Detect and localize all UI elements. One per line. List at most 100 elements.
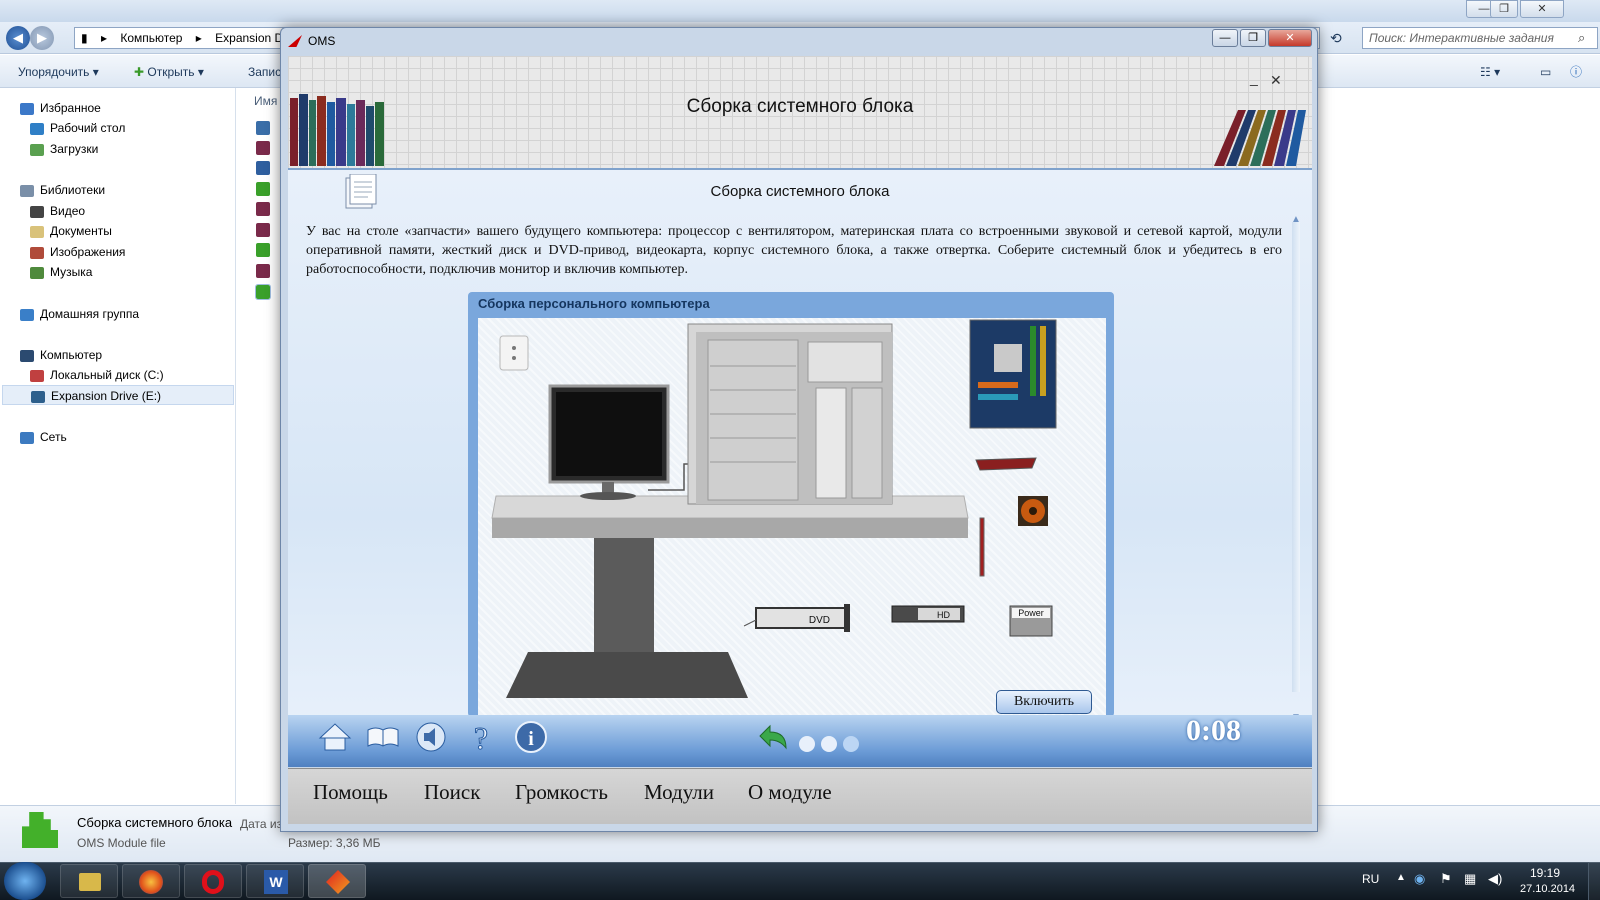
drive-icon [31,390,45,403]
open-button[interactable]: ✚ Открыть ▾ [134,64,204,80]
home-icon[interactable] [316,718,354,756]
nav-item-network[interactable]: Сеть [20,427,252,447]
taskbar-explorer[interactable] [60,864,118,898]
nav-item-computer[interactable]: Компьютер [20,345,252,365]
power-on-button[interactable]: Включить [996,690,1092,714]
file-icon[interactable] [255,284,271,300]
flag-icon[interactable]: ⚑ [1440,871,1452,887]
computer-icon: ▮ [81,31,88,45]
menu-volume[interactable]: Громкость [515,780,608,805]
memory-module[interactable] [979,517,985,577]
hard-drive[interactable]: HD [891,605,965,623]
search-icon[interactable]: ⌕ [1578,30,1585,46]
column-header-name[interactable]: Имя [254,94,277,108]
images-icon [30,246,44,259]
scrollbar[interactable] [1292,222,1300,692]
page-dots-icon[interactable] [798,734,862,754]
menu-modules[interactable]: Модули [644,780,714,805]
nav-item-downloads[interactable]: Загрузки [30,139,262,159]
back-arrow-icon[interactable] [756,718,794,756]
firefox-icon [139,870,163,894]
cpu-fan[interactable] [1018,496,1048,526]
taskbar-opera[interactable] [184,864,242,898]
menu-about[interactable]: О модуле [748,780,832,805]
file-icon[interactable] [256,202,270,216]
nav-item-music[interactable]: Музыка [30,262,262,282]
record-button[interactable]: Запис [248,64,281,80]
dvd-drive[interactable]: DVD [743,604,850,632]
menu-search[interactable]: Поиск [424,780,480,805]
nav-item-libraries[interactable]: Библиотеки [20,180,252,200]
monitor[interactable] [548,384,694,500]
view-options-icon[interactable]: ☷ ▾ [1480,64,1500,80]
lesson-title: Сборка системного блока [710,183,890,200]
motherboard[interactable] [969,319,1057,429]
file-icon[interactable] [256,161,270,175]
language-indicator[interactable]: RU [1362,872,1379,886]
simulation-title: Сборка персонального компьютера [478,296,710,311]
file-icon[interactable] [256,264,270,278]
book-icon[interactable] [364,718,402,756]
video-card[interactable] [975,457,1037,471]
explorer-maximize-button[interactable]: ❐ [1490,0,1518,18]
inner-minimize-icon[interactable]: _ [1250,70,1258,86]
file-icon[interactable] [256,182,270,196]
help-icon[interactable]: ⓘ [1570,64,1582,80]
power-label: Power [1018,608,1044,618]
network-icon [20,431,34,444]
menu-help[interactable]: Помощь [313,780,388,805]
taskbar-firefox[interactable] [122,864,180,898]
start-button[interactable] [4,862,46,900]
downloads-icon [30,143,44,156]
search-input[interactable]: Поиск: Интерактивные задания [1362,27,1598,49]
network-icon[interactable]: ▦ [1464,871,1476,887]
back-icon[interactable]: ◀ [6,26,30,50]
organize-button[interactable]: Упорядочить ▾ [18,64,99,80]
info-icon[interactable]: i [512,718,550,756]
homegroup-icon [20,308,34,321]
music-icon [30,266,44,279]
oms-maximize-button[interactable]: ❐ [1240,29,1266,47]
tray-app-icon[interactable]: ◉ [1414,871,1425,887]
oms-header-title: Сборка системного блока [686,96,914,117]
file-icon[interactable] [256,141,270,155]
taskbar-word[interactable]: W [246,864,304,898]
question-icon[interactable]: ? [462,718,500,757]
speaker-icon[interactable] [412,718,450,756]
oms-icon [326,870,350,894]
nav-item-desktop[interactable]: Рабочий стол [30,118,262,138]
opera-icon [202,870,224,894]
tray-expand-icon[interactable]: ▲ [1396,872,1406,883]
system-case[interactable] [687,323,893,505]
nav-item-favorites[interactable]: Избранное [20,98,252,118]
folder-icon [79,873,101,891]
forward-icon[interactable]: ▶ [30,26,54,50]
breadcrumb-item[interactable]: Компьютер [120,31,182,45]
file-icon[interactable] [256,243,270,257]
oms-close-button[interactable]: ✕ [1268,29,1312,47]
clock-date[interactable]: 27.10.2014 [1520,883,1575,895]
refresh-icon[interactable]: ⟲ [1330,30,1342,47]
nav-item-images[interactable]: Изображения [30,242,262,262]
power-supply[interactable]: Power [1009,605,1053,637]
dvd-label: DVD [809,615,830,626]
power-outlet[interactable] [499,335,529,371]
show-desktop-button[interactable] [1588,862,1600,900]
nav-item-drive-c[interactable]: Локальный диск (C:) [30,365,262,385]
nav-item-video[interactable]: Видео [30,201,262,221]
inner-close-icon[interactable]: ✕ [1270,72,1282,89]
file-icon[interactable] [256,121,270,135]
nav-item-homegroup[interactable]: Домашняя группа [20,304,252,324]
volume-icon[interactable]: ◀) [1488,871,1502,887]
nav-item-documents[interactable]: Документы [30,221,262,241]
preview-pane-icon[interactable]: ▭ [1540,64,1551,80]
oms-minimize-button[interactable]: — [1212,29,1238,47]
file-icon[interactable] [256,223,270,237]
taskbar-oms[interactable] [308,864,366,898]
puzzle-icon: ✚ [134,65,145,79]
details-file-name: Сборка системного блока [77,815,233,830]
nav-item-drive-e[interactable]: Expansion Drive (E:) [2,385,234,405]
clock-time[interactable]: 19:19 [1530,866,1560,880]
svg-text:i: i [528,728,534,750]
explorer-close-button[interactable]: ✕ [1520,0,1564,18]
